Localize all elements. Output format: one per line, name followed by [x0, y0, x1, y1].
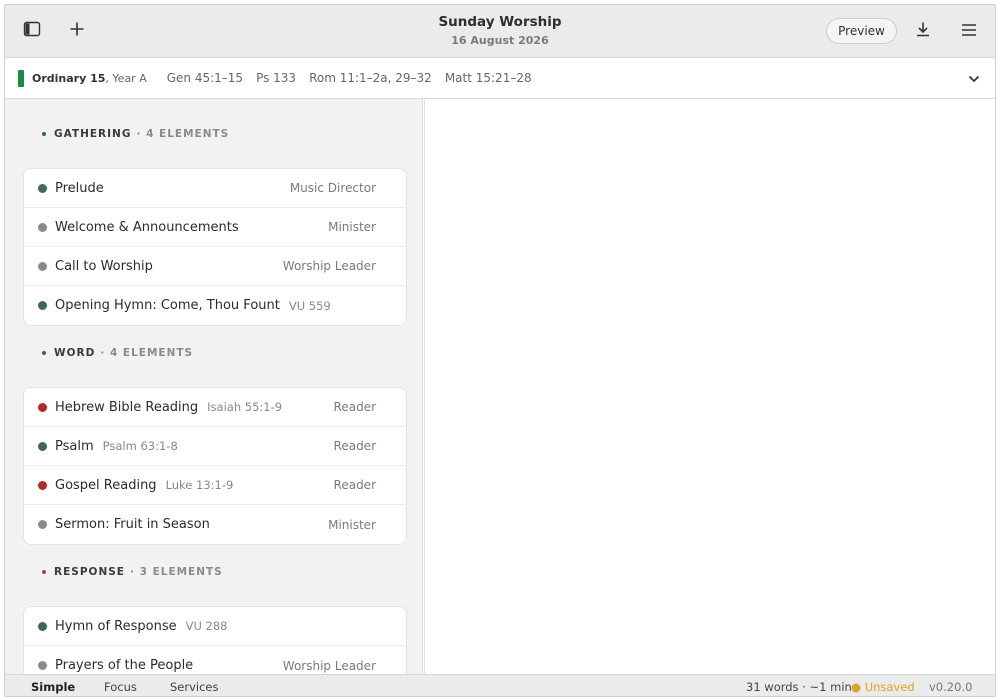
lectionary-reading: Rom 11:1–2a, 29–32 [309, 71, 432, 85]
section-dot [42, 570, 46, 574]
element-row[interactable]: Opening Hymn: Come, Thou Fount VU 559 [24, 286, 406, 325]
section-header-gathering[interactable]: GATHERING · 4 ELEMENTS [42, 127, 229, 141]
editor-canvas[interactable] [424, 100, 995, 674]
editor-pane[interactable] [424, 99, 995, 674]
section-card-word: Hebrew Bible Reading Isaiah 55:1-9 Reade… [23, 387, 407, 545]
element-row[interactable]: Prayers of the People Worship Leader [24, 646, 406, 674]
mode-services-tab[interactable]: Services [170, 680, 219, 694]
download-button[interactable] [908, 16, 938, 46]
status-bar: Simple Focus Services 31 words · ~1 min … [5, 674, 995, 696]
app-window: Sunday Worship 16 August 2026 Preview Or… [4, 4, 996, 697]
chevron-down-icon [968, 72, 980, 86]
section-header-word[interactable]: WORD · 4 ELEMENTS [42, 346, 193, 360]
menu-icon [961, 22, 977, 41]
section-dot [42, 351, 46, 355]
status-dot [38, 480, 47, 490]
word-count: 31 words · ~1 min [746, 680, 852, 694]
element-row[interactable]: Sermon: Fruit in Season Minister [24, 505, 406, 544]
preview-button[interactable]: Preview [826, 18, 897, 44]
lectionary-bar[interactable]: Ordinary 15, Year A Gen 45:1–15 Ps 133 R… [5, 58, 995, 99]
status-dot [38, 402, 47, 412]
section-card-gathering: Prelude Music Director Welcome & Announc… [23, 168, 407, 326]
liturgical-color-swatch [18, 69, 24, 87]
lectionary-reading: Gen 45:1–15 [166, 71, 244, 85]
status-dot [38, 183, 47, 193]
unsaved-indicator: ● Unsaved [851, 680, 915, 694]
main-menu-button[interactable] [954, 16, 984, 46]
element-row[interactable]: Gospel Reading Luke 13:1-9 Reader [24, 466, 406, 505]
header-bar: Sunday Worship 16 August 2026 Preview [5, 5, 995, 58]
version-label: v0.20.0 [929, 680, 973, 694]
mode-focus-tab[interactable]: Focus [104, 680, 137, 694]
element-row[interactable]: Psalm Psalm 63:1-8 Reader [24, 427, 406, 466]
download-icon [915, 21, 931, 41]
order-of-service-sidebar[interactable]: GATHERING · 4 ELEMENTS Prelude Music Dir… [5, 99, 423, 674]
section-card-response: Hymn of Response VU 288 Prayers of the P… [23, 606, 407, 674]
lectionary-reading: Ps 133 [256, 71, 297, 85]
element-row[interactable]: Hebrew Bible Reading Isaiah 55:1-9 Reade… [24, 388, 406, 427]
section-header-response[interactable]: RESPONSE · 3 ELEMENTS [42, 565, 223, 579]
element-row[interactable]: Hymn of Response VU 288 [24, 607, 406, 646]
mode-simple-tab[interactable]: Simple [31, 680, 75, 694]
section-dot [42, 132, 46, 136]
lectionary-reading: Matt 15:21–28 [444, 71, 532, 85]
element-row[interactable]: Prelude Music Director [24, 169, 406, 208]
status-dot [38, 301, 47, 310]
lectionary-sunday: Ordinary 15, Year A [32, 71, 147, 85]
element-row[interactable]: Welcome & Announcements Minister [24, 208, 406, 247]
element-row[interactable]: Call to Worship Worship Leader [24, 247, 406, 286]
status-dot [38, 222, 47, 232]
lectionary-expand-button[interactable] [965, 70, 983, 88]
status-dot [38, 661, 47, 670]
status-dot [38, 441, 47, 451]
status-dot [38, 520, 47, 529]
status-dot [38, 621, 47, 631]
status-dot [38, 261, 47, 271]
